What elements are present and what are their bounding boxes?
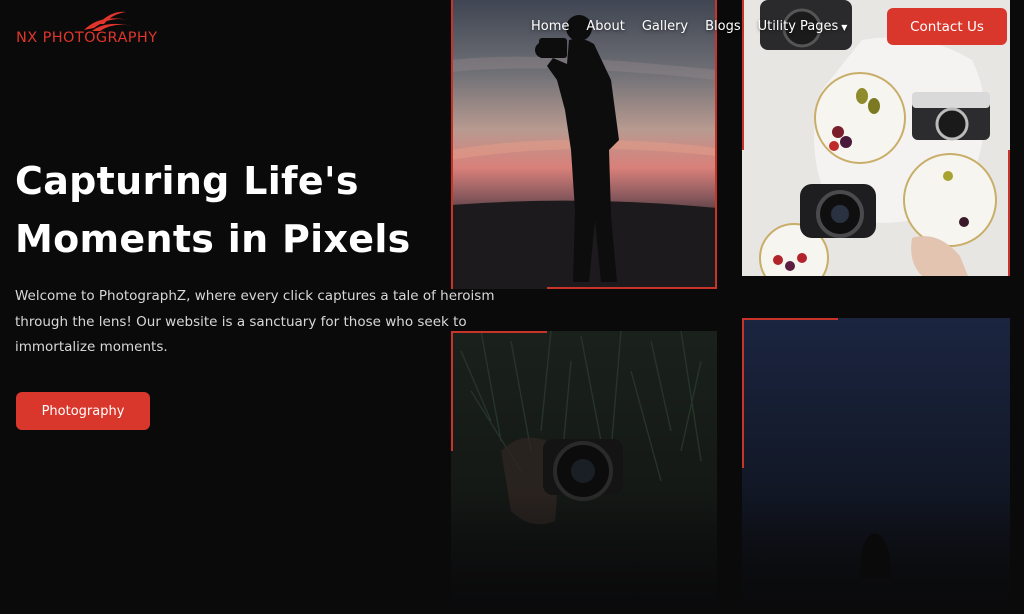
camera-in-grass-image [451,331,717,614]
nav-item-gallery[interactable]: Gallery [642,19,688,34]
nav-item-home[interactable]: Home [531,19,569,34]
main-nav: Home About Gallery Blogs Utility Pages ▼ [531,16,847,36]
brand-name: NX PHOTOGRAPHY [16,30,158,46]
wing-logo-icon [84,11,132,31]
night-sky-image [742,318,1010,614]
nav-item-about[interactable]: About [586,19,624,34]
photography-button[interactable]: Photography [16,392,150,430]
chevron-down-icon: ▼ [841,22,848,32]
nav-item-utility-pages-label: Utility Pages [757,18,839,34]
gallery-image-camera-grass[interactable] [451,331,717,614]
nav-item-blogs[interactable]: Blogs [705,19,741,34]
hero-title: Capturing Life's Moments in Pixels [15,152,455,268]
hero-description: Welcome to PhotographZ, where every clic… [15,288,495,355]
gallery-image-night-sky[interactable] [742,318,1010,614]
gallery-image-photographer-sunset[interactable] [451,0,717,289]
hero-title-line-1: Capturing Life's [15,159,359,203]
hero-title-line-2: Moments in Pixels [15,217,411,261]
brand-logo[interactable]: NX PHOTOGRAPHY [16,8,186,50]
nav-item-utility-pages[interactable]: Utility Pages ▼ [758,19,848,34]
photographer-silhouette-image [451,0,717,289]
contact-us-button[interactable]: Contact Us [887,8,1007,45]
